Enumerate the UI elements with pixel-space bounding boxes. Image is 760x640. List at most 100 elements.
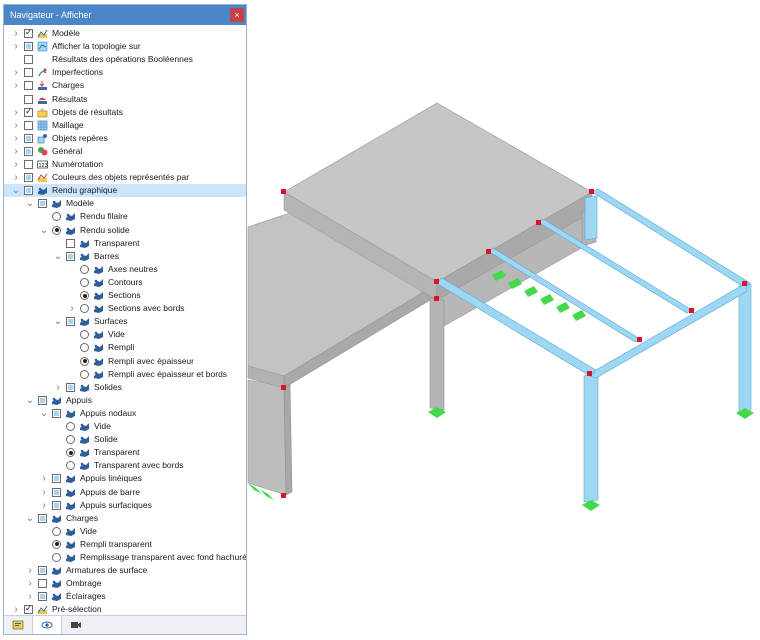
tree-item[interactable]: Transparent [4,446,246,459]
checkbox[interactable] [38,395,47,405]
tree-item[interactable]: Sections [4,289,246,302]
chevron-right-icon[interactable]: › [11,119,21,132]
tree-item[interactable]: › Maillage [4,119,246,132]
tree-item[interactable]: ⌄ Appuis nodaux [4,407,246,420]
tree-item[interactable]: › Appuis surfaciques [4,499,246,512]
chevron-right-icon[interactable]: › [11,132,21,145]
chevron-right-icon[interactable]: › [53,381,63,394]
tree-item[interactable]: › Modèle [4,27,246,40]
chevron-down-icon[interactable]: ⌄ [25,394,35,407]
chevron-right-icon[interactable]: › [25,590,35,603]
radio-button[interactable] [80,304,89,314]
radio-button[interactable] [52,553,61,562]
data-tab[interactable] [4,616,32,634]
tree-item[interactable]: ⌄ Surfaces [4,315,246,328]
radio-button[interactable] [66,435,75,445]
checkbox[interactable] [52,487,61,497]
tree-item[interactable]: Axes neutres [4,263,246,276]
chevron-down-icon[interactable]: ⌄ [39,407,49,420]
chevron-right-icon[interactable]: › [11,40,21,53]
tree-item[interactable]: › Ombrage [4,577,246,590]
checkbox[interactable] [24,27,33,38]
chevron-right-icon[interactable]: › [25,577,35,590]
radio-button[interactable] [52,212,61,222]
checkbox[interactable] [66,251,75,261]
checkbox[interactable] [52,500,61,510]
tree-item[interactable]: Remplissage transparent avec fond hachur… [4,551,246,564]
tree-item[interactable]: Contours [4,276,246,289]
views-tab[interactable] [62,616,90,634]
radio-button[interactable] [80,291,89,300]
chevron-down-icon[interactable]: ⌄ [53,250,63,263]
tree-item[interactable]: › Couleurs des objets représentés par [4,171,246,184]
radio-button[interactable] [80,264,89,274]
close-button[interactable]: × [230,8,244,22]
tree-item[interactable]: ⌄ Charges [4,512,246,525]
tree-item[interactable]: › Éclairages [4,590,246,603]
display-tab[interactable] [32,616,62,634]
checkbox[interactable] [24,68,33,78]
radio-button[interactable] [66,448,75,458]
chevron-right-icon[interactable]: › [67,302,77,315]
checkbox[interactable] [66,382,75,392]
chevron-down-icon[interactable]: ⌄ [53,315,63,328]
checkbox[interactable] [24,146,33,156]
chevron-right-icon[interactable]: › [11,145,21,158]
chevron-right-icon[interactable]: › [25,564,35,577]
checkbox[interactable] [24,160,33,169]
chevron-right-icon[interactable]: › [11,106,21,119]
checkbox[interactable] [38,199,47,209]
tree-item[interactable]: ⌄ Appuis [4,394,246,407]
checkbox[interactable] [24,81,33,91]
tree-item[interactable]: › Afficher la topologie sur [4,40,246,53]
tree-item[interactable]: Vide [4,328,246,341]
tree-item[interactable]: Solide [4,433,246,446]
checkbox[interactable] [52,474,61,484]
radio-button[interactable] [80,330,89,340]
radio-button[interactable] [66,422,75,431]
radio-button[interactable] [80,343,89,353]
tree-item[interactable]: ⌄ Rendu solide [4,224,246,237]
checkbox[interactable] [24,55,33,65]
chevron-down-icon[interactable]: ⌄ [25,197,35,210]
chevron-down-icon[interactable]: ⌄ [11,184,21,197]
chevron-right-icon[interactable]: › [11,79,21,92]
checkbox[interactable] [24,120,33,130]
checkbox[interactable] [38,566,47,576]
tree-item[interactable]: Rempli [4,341,246,354]
tree-item[interactable]: › Appuis linéiques [4,472,246,485]
radio-button[interactable] [66,461,75,471]
tree-item[interactable]: Vide [4,420,246,433]
radio-button[interactable] [80,356,89,366]
radio-button[interactable] [52,225,61,235]
tree-item[interactable]: ⌄ Barres [4,250,246,263]
tree-item[interactable]: ⌄ Rendu graphique [4,184,246,198]
checkbox[interactable] [24,106,33,117]
tree-item[interactable]: Rempli avec épaisseur et bords [4,368,246,381]
radio-button[interactable] [52,526,61,536]
chevron-right-icon[interactable]: › [11,27,21,40]
tree-item[interactable]: › Appuis de barre [4,486,246,499]
tree-item[interactable]: › Sections avec bords [4,302,246,315]
tree-item[interactable]: Rendu filaire [4,210,246,223]
chevron-down-icon[interactable]: ⌄ [39,224,49,237]
chevron-down-icon[interactable]: ⌄ [25,512,35,525]
tree-item[interactable]: Vide [4,525,246,538]
tree-item[interactable]: Résultats des opérations Booléennes [4,53,246,66]
checkbox[interactable] [38,513,47,523]
checkbox[interactable] [24,603,33,615]
chevron-right-icon[interactable]: › [39,486,49,499]
tree-item[interactable]: › Imperfections [4,66,246,79]
checkbox[interactable] [24,173,33,183]
tree-item[interactable]: Rempli avec épaisseur [4,355,246,368]
tree-item[interactable]: Transparent avec bords [4,459,246,472]
chevron-right-icon[interactable]: › [11,171,21,184]
checkbox[interactable] [66,317,75,327]
tree-item[interactable]: › 123 Numérotation [4,158,246,171]
tree-item[interactable]: Transparent [4,237,246,250]
tree-item[interactable]: ⌄ Modèle [4,197,246,210]
checkbox[interactable] [52,408,61,418]
checkbox[interactable] [24,133,33,143]
tree-item[interactable]: › Solides [4,381,246,394]
radio-button[interactable] [80,369,89,379]
